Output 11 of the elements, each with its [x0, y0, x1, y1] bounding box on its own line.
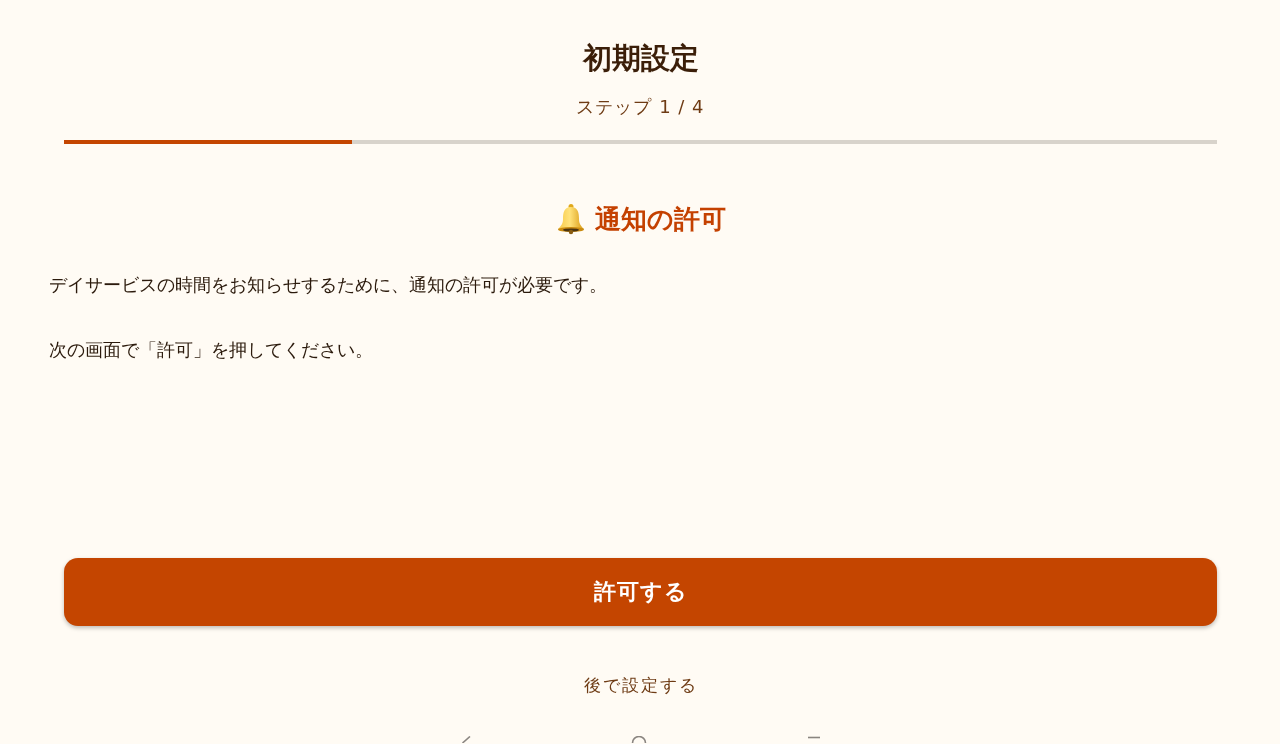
later-link[interactable]: 後で設定する — [583, 673, 698, 697]
section-heading: 通知の許可 — [595, 203, 726, 236]
back-icon[interactable] — [460, 736, 471, 743]
allow-button[interactable]: 許可する — [64, 558, 1217, 626]
bell-icon — [555, 203, 587, 235]
instruction-text: デイサービスの時間をお知らせするために、通知の許可が必要です。 — [49, 273, 608, 297]
recents-icon[interactable] — [806, 736, 821, 739]
home-icon[interactable] — [630, 736, 647, 743]
step-indicator: ステップ 1 / 4 — [576, 95, 705, 119]
instruction-text: 次の画面で「許可」を押してください。 — [49, 338, 374, 362]
page-title: 初期設定 — [582, 40, 699, 76]
